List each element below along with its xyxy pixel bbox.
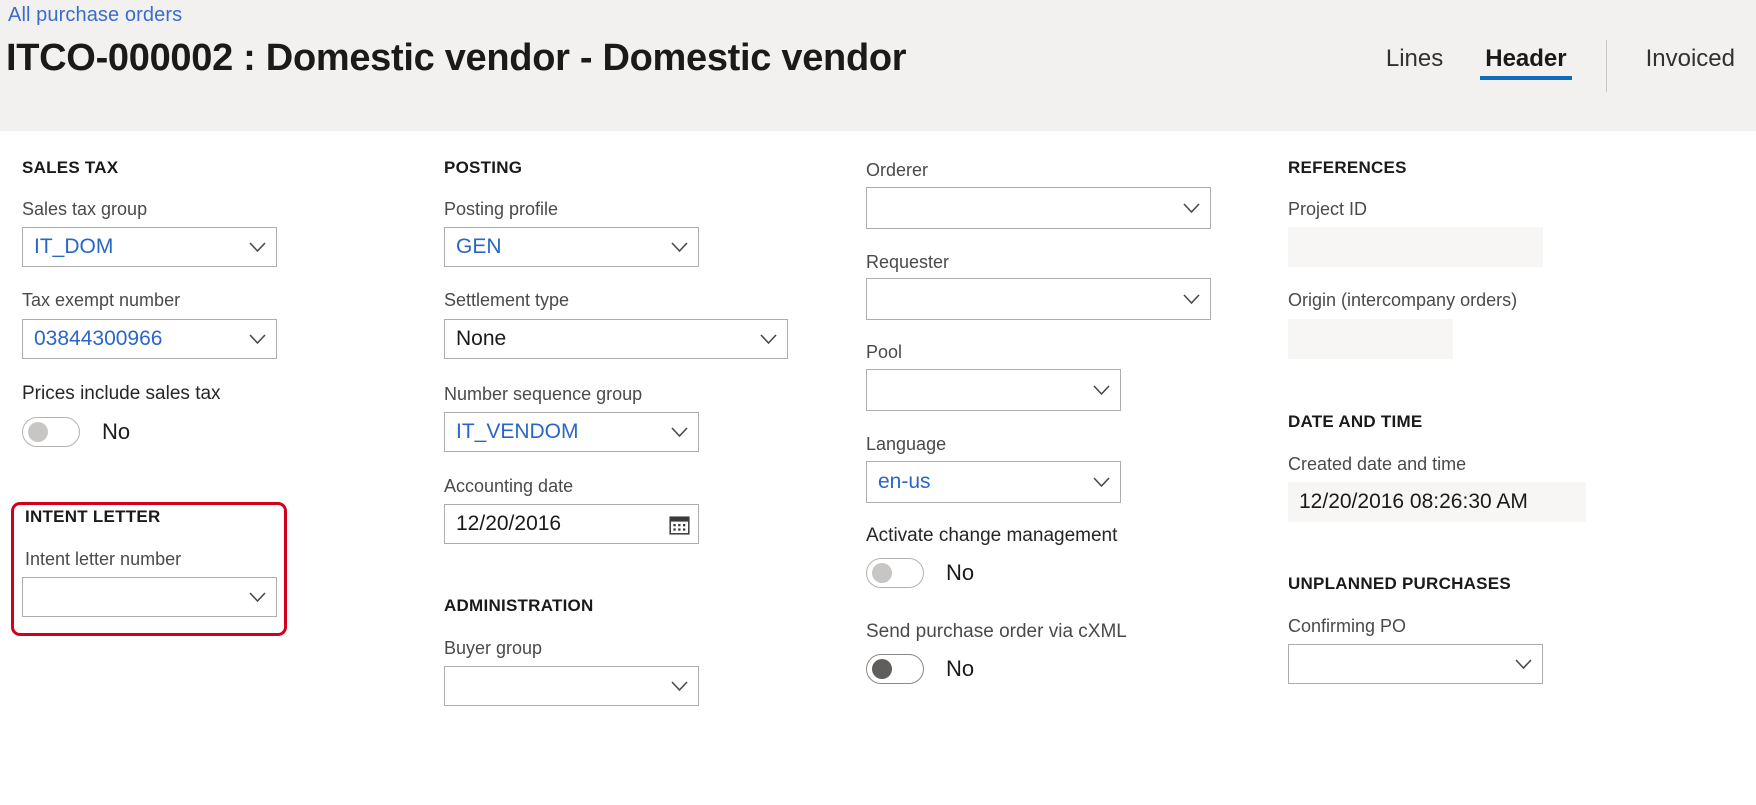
tab-separator bbox=[1605, 40, 1607, 92]
page-title: ITCO-000002 : Domestic vendor - Domestic… bbox=[6, 37, 907, 79]
chevron-down-icon[interactable] bbox=[1178, 286, 1204, 312]
group-title-references: REFERENCES bbox=[1288, 158, 1407, 177]
chevron-down-icon[interactable] bbox=[244, 234, 270, 260]
tax-exempt-number-value: 03844300966 bbox=[34, 327, 163, 350]
chevron-down-icon[interactable] bbox=[666, 234, 692, 260]
breadcrumb-all-purchase-orders[interactable]: All purchase orders bbox=[8, 4, 182, 27]
confirming-po-combobox[interactable] bbox=[1288, 644, 1543, 684]
group-title-sales-tax: SALES TAX bbox=[22, 158, 119, 177]
chevron-down-icon[interactable] bbox=[755, 326, 781, 352]
calendar-icon[interactable] bbox=[666, 511, 692, 537]
activate-change-management-toggle[interactable] bbox=[866, 558, 924, 588]
origin-field bbox=[1288, 319, 1453, 359]
group-title-administration: ADMINISTRATION bbox=[444, 596, 594, 615]
label-activate-change-management: Activate change management bbox=[866, 525, 1118, 546]
toggle-knob bbox=[872, 563, 892, 583]
project-id-field bbox=[1288, 227, 1543, 267]
number-sequence-group-combobox[interactable]: IT_VENDOM bbox=[444, 412, 699, 452]
settlement-type-value: None bbox=[456, 327, 507, 350]
created-date-and-time-field: 12/20/2016 08:26:30 AM bbox=[1288, 482, 1586, 522]
sales-tax-group-value: IT_DOM bbox=[34, 235, 114, 258]
toggle-knob bbox=[872, 659, 892, 679]
buyer-group-combobox[interactable] bbox=[444, 666, 699, 706]
tax-exempt-number-combobox[interactable]: 03844300966 bbox=[22, 319, 277, 359]
label-posting-profile: Posting profile bbox=[444, 199, 559, 219]
label-buyer-group: Buyer group bbox=[444, 638, 543, 658]
posting-profile-combobox[interactable]: GEN bbox=[444, 227, 699, 267]
sales-tax-group-combobox[interactable]: IT_DOM bbox=[22, 227, 277, 267]
chevron-down-icon[interactable] bbox=[1088, 377, 1114, 403]
header-tab-strip: Lines Header Invoiced bbox=[1365, 40, 1756, 98]
chevron-down-icon[interactable] bbox=[666, 673, 692, 699]
accounting-date-value: 12/20/2016 bbox=[456, 512, 562, 535]
label-requester: Requester bbox=[866, 252, 950, 272]
label-confirming-po: Confirming PO bbox=[1288, 616, 1407, 636]
intent-letter-number-combobox[interactable] bbox=[22, 577, 277, 617]
posting-profile-value: GEN bbox=[456, 235, 502, 258]
label-pool: Pool bbox=[866, 342, 903, 362]
language-combobox[interactable]: en-us bbox=[866, 461, 1121, 503]
activate-change-management-value: No bbox=[946, 560, 975, 585]
send-po-via-cxml-value: No bbox=[946, 656, 975, 681]
label-number-sequence-group: Number sequence group bbox=[444, 384, 643, 404]
requester-combobox[interactable] bbox=[866, 278, 1211, 320]
group-title-date-and-time: DATE AND TIME bbox=[1288, 412, 1423, 431]
prices-include-sales-tax-toggle[interactable] bbox=[22, 417, 80, 447]
label-sales-tax-group: Sales tax group bbox=[22, 199, 148, 219]
activate-change-management-toggle-row: No bbox=[866, 558, 974, 588]
pool-combobox[interactable] bbox=[866, 369, 1121, 411]
created-date-and-time-value: 12/20/2016 08:26:30 AM bbox=[1299, 490, 1528, 513]
app-header-bar: All purchase orders ITCO-000002 : Domest… bbox=[0, 0, 1756, 131]
settlement-type-combobox[interactable]: None bbox=[444, 319, 788, 359]
language-value: en-us bbox=[878, 470, 931, 493]
prices-include-sales-tax-toggle-row: No bbox=[22, 417, 130, 447]
label-origin-intercompany-orders: Origin (intercompany orders) bbox=[1288, 290, 1518, 310]
header-form-body: SALES TAX Sales tax group IT_DOM Tax exe… bbox=[0, 137, 1756, 805]
send-po-via-cxml-toggle[interactable] bbox=[866, 654, 924, 684]
send-po-via-cxml-toggle-row: No bbox=[866, 654, 974, 684]
label-tax-exempt-number: Tax exempt number bbox=[22, 290, 181, 310]
tab-header[interactable]: Header bbox=[1480, 44, 1572, 82]
group-title-posting: POSTING bbox=[444, 158, 523, 177]
chevron-down-icon[interactable] bbox=[244, 326, 270, 352]
label-project-id: Project ID bbox=[1288, 199, 1368, 219]
label-created-date-and-time: Created date and time bbox=[1288, 454, 1467, 474]
chevron-down-icon[interactable] bbox=[666, 419, 692, 445]
label-send-po-via-cxml: Send purchase order via cXML bbox=[866, 621, 1127, 642]
chevron-down-icon[interactable] bbox=[1088, 469, 1114, 495]
toggle-knob bbox=[28, 422, 48, 442]
orderer-combobox[interactable] bbox=[866, 187, 1211, 229]
label-language: Language bbox=[866, 434, 947, 454]
tab-invoiced[interactable]: Invoiced bbox=[1644, 44, 1737, 82]
group-title-intent-letter: INTENT LETTER bbox=[25, 507, 161, 526]
group-title-unplanned-purchases: UNPLANNED PURCHASES bbox=[1288, 574, 1511, 593]
label-orderer: Orderer bbox=[866, 160, 929, 180]
chevron-down-icon[interactable] bbox=[1510, 651, 1536, 677]
accounting-date-field[interactable]: 12/20/2016 bbox=[444, 504, 699, 544]
chevron-down-icon[interactable] bbox=[1178, 195, 1204, 221]
tab-lines[interactable]: Lines bbox=[1384, 44, 1445, 82]
chevron-down-icon[interactable] bbox=[244, 584, 270, 610]
label-prices-include-sales-tax: Prices include sales tax bbox=[22, 383, 221, 404]
label-settlement-type: Settlement type bbox=[444, 290, 570, 310]
label-accounting-date: Accounting date bbox=[444, 476, 574, 496]
number-sequence-group-value: IT_VENDOM bbox=[456, 420, 579, 443]
prices-include-sales-tax-value: No bbox=[102, 419, 131, 444]
label-intent-letter-number: Intent letter number bbox=[25, 549, 182, 569]
